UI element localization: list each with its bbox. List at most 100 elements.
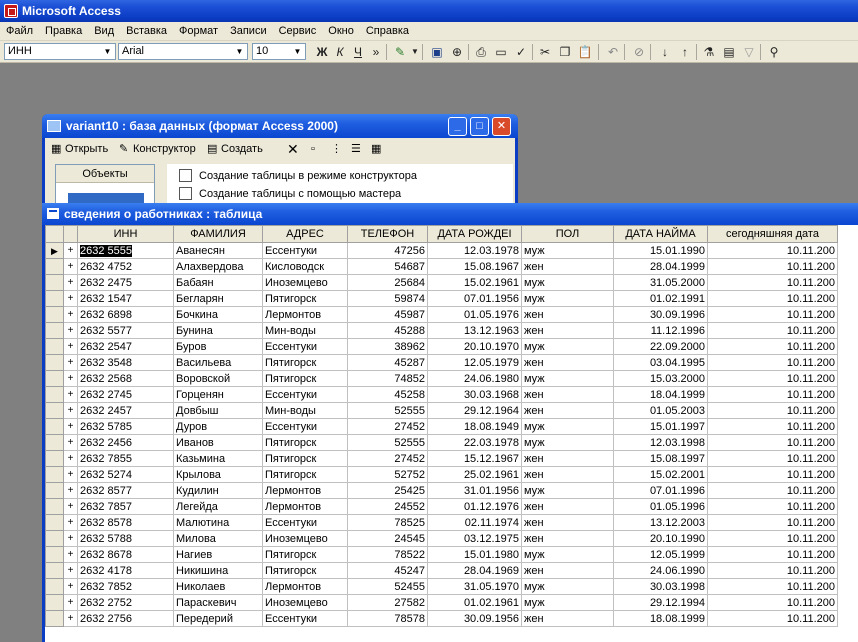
cell-birth-date[interactable]: 30.09.1956 <box>427 610 522 627</box>
cell-gender[interactable]: жен <box>521 610 614 627</box>
table-row[interactable]: +2632 2457 Довбыш Мин-воды 52555 29.12.1964 ж… <box>45 402 838 419</box>
cell-address[interactable]: Иноземцево <box>262 530 348 547</box>
cell-birth-date[interactable]: 03.12.1975 <box>427 530 522 547</box>
small-icons-icon[interactable]: ⋮ <box>331 138 342 160</box>
cell-today[interactable]: 10.11.200 <box>707 514 838 531</box>
row-selector[interactable] <box>45 594 64 611</box>
table-row[interactable]: +2632 6898 Бочкина Лермонтов 45987 01.05.197… <box>45 306 838 323</box>
cell-inn[interactable]: 2632 7855 <box>77 450 174 467</box>
row-selector[interactable] <box>45 402 64 419</box>
cell-gender[interactable]: муж <box>521 274 614 291</box>
cell-gender[interactable]: жен <box>521 258 614 275</box>
cell-birth-date[interactable]: 31.01.1956 <box>427 482 522 499</box>
cell-gender[interactable]: муж <box>521 434 614 451</box>
cell-inn[interactable]: 2632 5555 <box>77 242 174 259</box>
apply-filter-icon[interactable]: ▽ <box>740 44 758 60</box>
cell-birth-date[interactable]: 18.08.1949 <box>427 418 522 435</box>
chevron-down-icon[interactable]: ▼ <box>291 45 304 58</box>
expand-icon[interactable]: + <box>63 370 78 387</box>
cut-icon[interactable]: ✂ <box>536 44 554 60</box>
cell-birth-date[interactable]: 20.10.1970 <box>427 338 522 355</box>
chevron-down-icon[interactable]: ▼ <box>411 44 419 60</box>
cell-today[interactable]: 10.11.200 <box>707 498 838 515</box>
bold-button[interactable]: Ж <box>314 44 330 60</box>
cell-phone[interactable]: 27452 <box>347 418 428 435</box>
cell-surname[interactable]: Бунина <box>173 322 263 339</box>
cell-hire-date[interactable]: 12.03.1998 <box>613 434 708 451</box>
table-window-title-bar[interactable]: сведения о работниках : таблица <box>42 203 858 225</box>
cell-address[interactable]: Пятигорск <box>262 466 348 483</box>
column-header-gender[interactable]: ПОЛ <box>521 225 614 243</box>
table-row[interactable]: +2632 7852 Николаев Лермонтов 52455 31.05.19… <box>45 578 838 595</box>
cell-gender[interactable]: муж <box>521 482 614 499</box>
cell-hire-date[interactable]: 18.04.1999 <box>613 386 708 403</box>
menu-view[interactable]: Вид <box>88 22 120 41</box>
cell-gender[interactable]: муж <box>521 546 614 563</box>
cell-phone[interactable]: 78525 <box>347 514 428 531</box>
cell-phone[interactable]: 45987 <box>347 306 428 323</box>
open-icon[interactable]: ▦ <box>51 138 61 160</box>
table-row[interactable]: +2632 2475 Бабаян Иноземцево 25684 15.02.196… <box>45 274 838 291</box>
cell-today[interactable]: 10.11.200 <box>707 578 838 595</box>
cell-inn[interactable]: 2632 2547 <box>77 338 174 355</box>
cell-address[interactable]: Иноземцево <box>262 274 348 291</box>
save-icon[interactable]: ▣ <box>428 44 446 60</box>
expand-icon[interactable]: + <box>63 290 78 307</box>
cell-hire-date[interactable]: 29.12.1994 <box>613 594 708 611</box>
cell-gender[interactable]: муж <box>521 370 614 387</box>
cell-gender[interactable]: жен <box>521 514 614 531</box>
cell-phone[interactable]: 47256 <box>347 242 428 259</box>
copy-icon[interactable]: ❐ <box>556 44 574 60</box>
expand-icon[interactable]: + <box>63 242 78 259</box>
print-preview-icon[interactable]: ▭ <box>492 44 510 60</box>
cell-phone[interactable]: 24552 <box>347 498 428 515</box>
cell-phone[interactable]: 52555 <box>347 402 428 419</box>
table-row[interactable]: +2632 5577 Бунина Мин-воды 45288 13.12.1963 ж… <box>45 322 838 339</box>
table-row[interactable]: +2632 5785 Дуров Ессентуки 27452 18.08.1949 м… <box>45 418 838 435</box>
menu-edit[interactable]: Правка <box>39 22 88 41</box>
table-row[interactable]: +2632 2752 Параскевич Иноземцево 27582 01.02… <box>45 594 838 611</box>
cell-hire-date[interactable]: 28.04.1999 <box>613 258 708 275</box>
print-icon[interactable]: ⎙ <box>472 44 490 60</box>
row-selector[interactable] <box>45 338 64 355</box>
cell-inn[interactable]: 2632 2457 <box>77 402 174 419</box>
cell-phone[interactable]: 27452 <box>347 450 428 467</box>
cell-birth-date[interactable]: 15.12.1967 <box>427 450 522 467</box>
minimize-button[interactable]: _ <box>448 117 467 136</box>
cell-gender[interactable]: жен <box>521 530 614 547</box>
expand-icon[interactable]: + <box>63 386 78 403</box>
table-row[interactable]: +2632 4752 Алахвердова Кисловодск 54687 15.0… <box>45 258 838 275</box>
row-selector[interactable] <box>45 386 64 403</box>
table-row[interactable]: +2632 2756 Передерий Ессентуки 78578 30.09.1… <box>45 610 838 627</box>
cell-gender[interactable]: жен <box>521 354 614 371</box>
cell-gender[interactable]: жен <box>521 466 614 483</box>
objects-header[interactable]: Объекты <box>56 165 154 183</box>
cell-surname[interactable]: Иванов <box>173 434 263 451</box>
cell-address[interactable]: Пятигорск <box>262 434 348 451</box>
cell-today[interactable]: 10.11.200 <box>707 434 838 451</box>
cell-inn[interactable]: 2632 4178 <box>77 562 174 579</box>
list-item[interactable]: Создание таблицы с помощью мастера <box>177 186 401 202</box>
table-row[interactable]: +2632 7857 Легейда Лермонтов 24552 01.12.197… <box>45 498 838 515</box>
cell-address[interactable]: Кисловодск <box>262 258 348 275</box>
cell-gender[interactable]: жен <box>521 402 614 419</box>
cell-phone[interactable]: 45288 <box>347 322 428 339</box>
cell-hire-date[interactable]: 31.05.2000 <box>613 274 708 291</box>
column-header-birth-date[interactable]: ДАТА РОЖДЕІ <box>427 225 522 243</box>
cell-inn[interactable]: 2632 2752 <box>77 594 174 611</box>
cell-birth-date[interactable]: 25.02.1961 <box>427 466 522 483</box>
cell-surname[interactable]: Параскевич <box>173 594 263 611</box>
database-window-title-bar[interactable]: variant10 : база данных (формат Access 2… <box>42 114 518 138</box>
cell-today[interactable]: 10.11.200 <box>707 306 838 323</box>
cell-hire-date[interactable]: 18.08.1999 <box>613 610 708 627</box>
cell-today[interactable]: 10.11.200 <box>707 482 838 499</box>
cell-address[interactable]: Мин-воды <box>262 402 348 419</box>
cell-today[interactable]: 10.11.200 <box>707 338 838 355</box>
cell-inn[interactable]: 2632 7857 <box>77 498 174 515</box>
expand-icon[interactable]: + <box>63 306 78 323</box>
cell-address[interactable]: Пятигорск <box>262 354 348 371</box>
create-button[interactable]: Создать <box>221 138 263 160</box>
expand-icon[interactable]: + <box>63 354 78 371</box>
cell-surname[interactable]: Бочкина <box>173 306 263 323</box>
cell-hire-date[interactable]: 30.09.1996 <box>613 306 708 323</box>
